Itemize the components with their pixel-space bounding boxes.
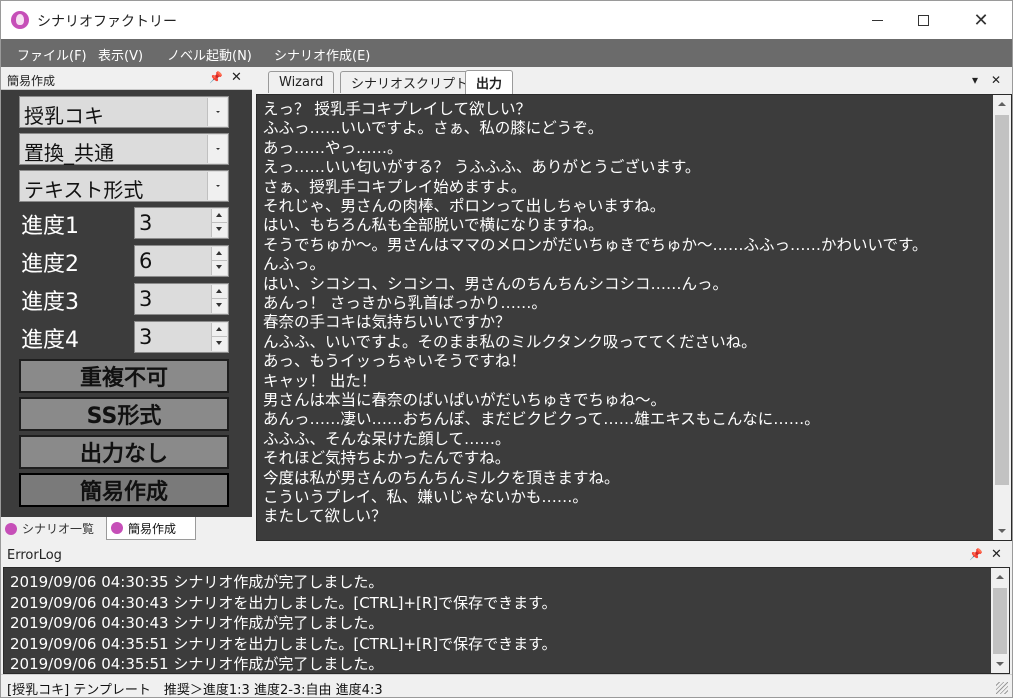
stepper-up-icon[interactable] xyxy=(212,247,227,261)
stepper-buttons xyxy=(211,285,227,313)
close-icon: ✕ xyxy=(973,9,989,31)
scroll-thumb[interactable] xyxy=(995,115,1009,485)
quick-create-panel: 簡易作成 📌 ✕ 授乳コキ 置換_共通 テキスト形式 進度1 3 進度2 6 進… xyxy=(1,68,252,541)
status-text: [授乳コキ] テンプレート 推奨＞進度1:3 進度2-3:自由 進度4:3 xyxy=(7,683,383,698)
tab-label: シナリオ一覧 xyxy=(22,522,95,536)
menu-bar: ファイル(F) 表示(V) ノベル起動(N) シナリオ作成(E) xyxy=(1,39,1012,67)
template-select-value: 授乳コキ xyxy=(24,104,104,128)
error-log-scrollbar[interactable] xyxy=(991,568,1009,673)
menu-file[interactable]: ファイル(F) xyxy=(17,45,87,64)
format-select-value: テキスト形式 xyxy=(24,178,144,202)
stepper-down-icon[interactable] xyxy=(212,299,227,313)
app-window: シナリオファクトリー ✕ ファイル(F) 表示(V) ノベル起動(N) シナリオ… xyxy=(0,0,1013,698)
stepper-up-icon[interactable] xyxy=(212,285,227,299)
error-log-line: 2019/09/06 04:35:51 シナリオ作成が完了しました。 xyxy=(10,655,384,673)
no-duplicate-button[interactable]: 重複不可 xyxy=(19,359,229,393)
status-bar: [授乳コキ] テンプレート 推奨＞進度1:3 進度2-3:自由 進度4:3 xyxy=(1,674,1012,698)
progress-3-label: 進度3 xyxy=(21,290,79,315)
progress-4-value: 3 xyxy=(139,325,153,349)
stepper-up-icon[interactable] xyxy=(212,323,227,337)
error-log-close-icon[interactable]: ✕ xyxy=(991,547,1002,562)
ss-format-button[interactable]: SS形式 xyxy=(19,397,229,431)
left-panel-tabs: シナリオ一覧 簡易作成 xyxy=(1,517,252,541)
menu-view[interactable]: 表示(V) xyxy=(98,45,143,64)
resize-grip-icon[interactable] xyxy=(996,682,1008,694)
output-scrollbar[interactable] xyxy=(993,95,1011,540)
tab-list-dropdown-icon[interactable]: ▾ xyxy=(972,73,978,87)
stepper-up-icon[interactable] xyxy=(212,209,227,223)
stepper-down-icon[interactable] xyxy=(212,261,227,275)
format-select[interactable]: テキスト形式 xyxy=(19,170,229,202)
maximize-button[interactable] xyxy=(900,1,946,39)
tab-output[interactable]: 出力 xyxy=(465,70,514,94)
stepper-buttons xyxy=(211,323,227,351)
tab-close-icon[interactable]: ✕ xyxy=(991,73,1001,87)
tab-label: 簡易作成 xyxy=(128,521,177,536)
output-line: またして欲しい？ xyxy=(263,507,387,526)
output-text-area[interactable]: えっ？ 授乳手コキプレイして欲しい？ ふふっ……いいですよ。さぁ、私の膝にどうぞ。… xyxy=(256,94,1012,541)
app-logo-icon xyxy=(11,11,29,29)
chevron-down-icon[interactable] xyxy=(207,172,227,200)
minimize-icon xyxy=(871,19,883,21)
no-output-button[interactable]: 出力なし xyxy=(19,435,229,469)
chevron-down-icon[interactable] xyxy=(207,98,227,126)
app-logo-icon xyxy=(111,522,123,534)
tab-scenario-list[interactable]: シナリオ一覧 xyxy=(1,517,105,540)
error-log-line: 2019/09/06 04:30:43 シナリオ作成が完了しました。 xyxy=(10,614,384,632)
error-log-panel: ErrorLog 📌 ✕ 2019/09/06 04:30:35 シナリオ作成が… xyxy=(1,544,1012,674)
output-panel: Wizard シナリオスクリプト 出力 ▾ ✕ えっ？ 授乳手コキプレイして欲し… xyxy=(254,68,1012,541)
panel-header: 簡易作成 📌 ✕ xyxy=(1,68,252,90)
title-bar: シナリオファクトリー ✕ xyxy=(1,1,1012,39)
close-window-button[interactable]: ✕ xyxy=(958,1,1004,39)
progress-3-value: 3 xyxy=(139,287,153,311)
template-select[interactable]: 授乳コキ xyxy=(19,96,229,128)
pin-icon[interactable]: 📌 xyxy=(969,548,983,561)
tab-quick-create[interactable]: 簡易作成 xyxy=(106,517,196,540)
error-log-title: ErrorLog xyxy=(7,548,62,563)
menu-scenario-create[interactable]: シナリオ作成(E) xyxy=(274,45,370,64)
progress-2-label: 進度2 xyxy=(21,252,79,277)
progress-1-label: 進度1 xyxy=(21,214,79,239)
replace-select-value: 置換_共通 xyxy=(24,141,114,165)
stepper-buttons xyxy=(211,247,227,275)
error-log-line: 2019/09/06 04:35:51 シナリオを出力しました。[CTRL]+[… xyxy=(10,634,557,653)
progress-1-stepper[interactable]: 3 xyxy=(134,207,229,239)
menu-novel-launch[interactable]: ノベル起動(N) xyxy=(167,45,252,64)
scroll-up-icon[interactable] xyxy=(991,568,1009,586)
progress-2-stepper[interactable]: 6 xyxy=(134,245,229,277)
maximize-icon xyxy=(917,14,929,26)
chevron-down-icon[interactable] xyxy=(207,135,227,163)
minimize-button[interactable] xyxy=(854,1,900,39)
progress-4-stepper[interactable]: 3 xyxy=(134,321,229,353)
progress-1-value: 3 xyxy=(139,211,153,235)
app-logo-icon xyxy=(5,522,17,535)
stepper-down-icon[interactable] xyxy=(212,337,227,351)
progress-3-stepper[interactable]: 3 xyxy=(134,283,229,315)
error-log-line: 2019/09/06 04:30:43 シナリオを出力しました。[CTRL]+[… xyxy=(10,593,557,612)
pin-icon[interactable]: 📌 xyxy=(209,71,223,84)
panel-close-icon[interactable]: ✕ xyxy=(231,70,242,85)
scroll-up-icon[interactable] xyxy=(993,95,1011,113)
stepper-buttons xyxy=(211,209,227,237)
error-log-line: 2019/09/06 04:30:35 シナリオ作成が完了しました。 xyxy=(10,573,384,591)
scroll-thumb[interactable] xyxy=(993,588,1007,654)
stepper-down-icon[interactable] xyxy=(212,223,227,237)
error-log-text-area[interactable]: 2019/09/06 04:30:35 シナリオ作成が完了しました。 2019/0… xyxy=(3,567,1010,674)
tab-wizard[interactable]: Wizard xyxy=(268,71,335,93)
panel-title: 簡易作成 xyxy=(7,74,56,88)
tab-scenario-script[interactable]: シナリオスクリプト xyxy=(340,71,480,93)
quick-create-button[interactable]: 簡易作成 xyxy=(19,473,229,507)
window-title: シナリオファクトリー xyxy=(37,14,177,30)
progress-4-label: 進度4 xyxy=(21,328,79,353)
output-line: そうでちゅか～。男さんはママのメロンがだいちゅきでちゅか～……ふふっ……かわいい… xyxy=(263,235,928,254)
progress-2-value: 6 xyxy=(139,249,153,273)
scroll-down-icon[interactable] xyxy=(993,522,1011,540)
replace-select[interactable]: 置換_共通 xyxy=(19,133,229,165)
scroll-down-icon[interactable] xyxy=(991,655,1009,673)
